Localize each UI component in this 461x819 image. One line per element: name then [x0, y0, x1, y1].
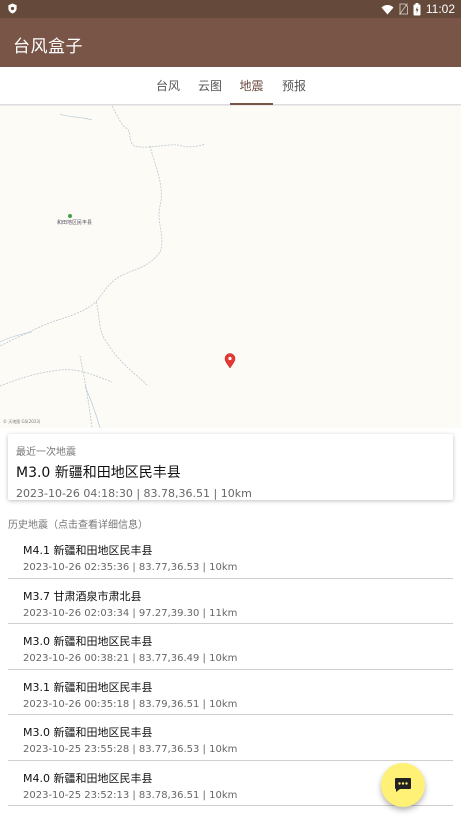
- map-place-dot: [68, 214, 72, 218]
- item-title: M3.7 甘肃酒泉市肃北县: [23, 589, 142, 603]
- latest-label: 最近一次地震: [16, 447, 76, 458]
- list-item[interactable]: M4.1 新疆和田地区民丰县 2023-10-26 02:35:36 | 83.…: [8, 533, 453, 579]
- list-item[interactable]: M3.7 甘肃酒泉市肃北县 2023-10-26 02:03:34 | 97.2…: [8, 579, 453, 624]
- earthquake-map[interactable]: 和田地区民丰县 © 天地图 GS(2023): [0, 106, 461, 428]
- list-item[interactable]: M3.0 新疆和田地区民丰县 2023-10-25 23:55:28 | 83.…: [8, 715, 453, 761]
- history-label: 历史地震（点击查看详细信息）: [8, 520, 148, 531]
- latest-meta: 2023-10-26 04:18:30 | 83.78,36.51 | 10km: [16, 487, 252, 500]
- list-item[interactable]: M3.0 新疆和田地区民丰县 2023-10-26 00:38:21 | 83.…: [8, 624, 453, 670]
- status-bar: 11:02: [0, 0, 461, 18]
- tab-forecast[interactable]: 预报: [278, 67, 310, 105]
- shield-icon: [8, 3, 17, 14]
- history-list: M4.1 新疆和田地区民丰县 2023-10-26 02:35:36 | 83.…: [8, 533, 453, 806]
- item-title: M4.1 新疆和田地区民丰县: [23, 544, 153, 557]
- status-time: 11:02: [425, 2, 455, 16]
- battery-icon: [413, 2, 421, 15]
- latest-title: M3.0 新疆和田地区民丰县: [16, 465, 181, 481]
- map-place-label: 和田地区民丰县: [57, 220, 93, 226]
- item-title: M3.0 新疆和田地区民丰县: [23, 726, 153, 739]
- chat-icon: [395, 778, 411, 792]
- app-title: 台风盒子: [13, 37, 83, 57]
- location-pin-icon[interactable]: [224, 353, 236, 369]
- item-meta: 2023-10-26 02:35:36 | 83.77,36.53 | 10km: [23, 562, 238, 573]
- item-meta: 2023-10-26 00:35:18 | 83.79,36.51 | 10km: [23, 698, 238, 710]
- item-title: M3.1 新疆和田地区民丰县: [23, 680, 153, 694]
- item-meta: 2023-10-26 02:03:34 | 97.27,39.30 | 11km: [23, 607, 238, 619]
- tab-typhoon[interactable]: 台风: [152, 67, 184, 105]
- item-meta: 2023-10-26 00:38:21 | 83.77,36.49 | 10km: [23, 653, 238, 664]
- latest-earthquake-card[interactable]: 最近一次地震 M3.0 新疆和田地区民丰县 2023-10-26 04:18:3…: [8, 434, 453, 500]
- app-bar: 台风盒子: [0, 18, 461, 67]
- tab-earthquake[interactable]: 地震: [230, 67, 273, 105]
- tab-cloud-image[interactable]: 云图: [194, 67, 226, 105]
- item-meta: 2023-10-25 23:55:28 | 83.77,36.53 | 10km: [23, 744, 238, 755]
- item-title: M3.0 新疆和田地区民丰县: [23, 635, 153, 648]
- chat-fab-button[interactable]: [381, 763, 425, 807]
- tab-bar: 台风 云图 地震 预报: [0, 67, 461, 105]
- map-boundaries: [0, 106, 236, 428]
- wifi-icon: [381, 4, 394, 15]
- map-attribution: © 天地图 GS(2023): [3, 419, 41, 424]
- list-item[interactable]: M3.1 新疆和田地区民丰县 2023-10-26 00:35:18 | 83.…: [8, 670, 453, 715]
- no-sim-icon: [398, 3, 408, 15]
